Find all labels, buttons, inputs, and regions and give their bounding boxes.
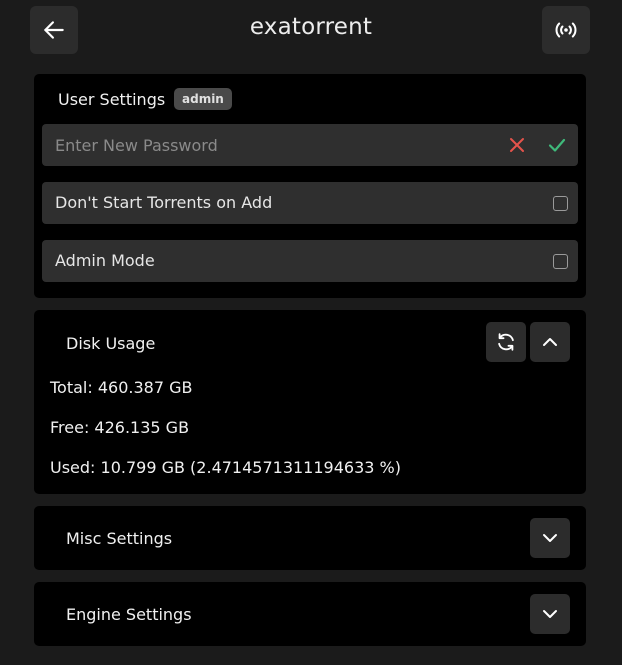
new-password-row [42,124,578,166]
disk-used: Used: 10.799 GB (2.4714571311194633 %) [50,458,401,477]
user-settings-heading: User Settings [58,90,166,109]
chevron-down-icon [543,534,557,542]
admin-mode-label: Admin Mode [55,251,155,270]
admin-mode-row[interactable]: Admin Mode [42,240,578,282]
disk-total: Total: 460.387 GB [50,378,193,397]
dont-start-torrents-label: Don't Start Torrents on Add [55,193,273,212]
engine-settings-card: Engine Settings [34,582,586,646]
misc-settings-card: Misc Settings [34,506,586,570]
broadcast-signal-icon [555,22,577,38]
app-title: exatorrent [249,14,373,40]
engine-settings-heading: Engine Settings [66,605,192,624]
role-badge: admin [174,88,232,110]
expand-engine-settings-button[interactable] [530,594,570,634]
expand-misc-settings-button[interactable] [530,518,570,558]
misc-settings-heading: Misc Settings [66,529,173,548]
disk-free: Free: 426.135 GB [50,418,190,437]
chevron-up-icon [543,338,557,346]
check-icon [548,138,566,152]
dont-start-torrents-checkbox[interactable] [553,196,568,211]
admin-mode-checkbox[interactable] [553,254,568,269]
new-password-input[interactable] [42,124,482,166]
refresh-disk-usage-button[interactable] [486,322,526,362]
chevron-down-icon [543,610,557,618]
set-password-button[interactable] [547,136,567,158]
x-icon [510,138,524,152]
refresh-icon [498,333,514,351]
user-settings-card: User Settings admin Don't Start Torrents… [34,74,586,298]
connection-status-button[interactable] [542,6,590,54]
disk-usage-card: Disk Usage Total: 460.387 GB Free: 426.1… [34,310,586,494]
disk-usage-heading: Disk Usage [66,334,156,353]
dont-start-torrents-row[interactable]: Don't Start Torrents on Add [42,182,578,224]
collapse-disk-usage-button[interactable] [530,322,570,362]
clear-password-button[interactable] [508,136,526,158]
